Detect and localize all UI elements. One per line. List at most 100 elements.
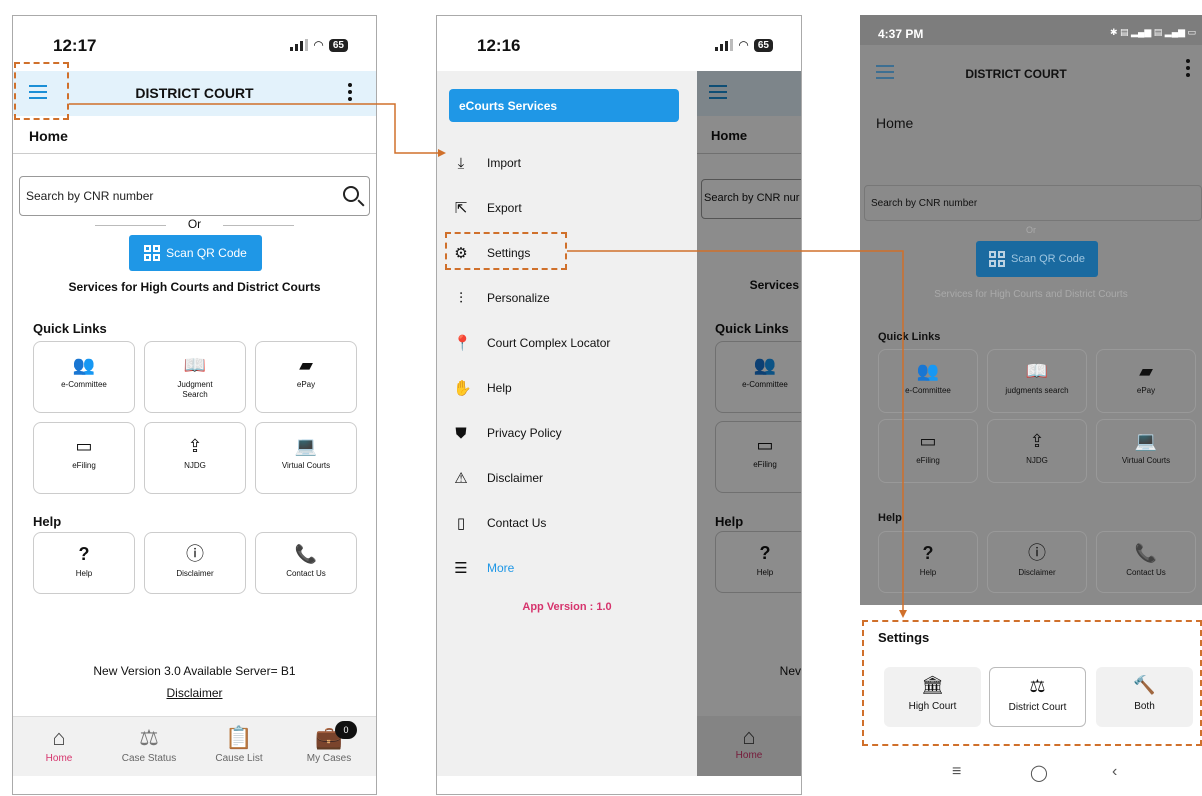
menu-label: Contact Us xyxy=(487,516,547,530)
page-title: Home xyxy=(876,115,914,131)
status-bar: 12:16 ◠ 65 xyxy=(437,16,801,71)
nav-case-status[interactable]: ⚖ Case Status xyxy=(109,725,189,764)
share-icon: ⇱ xyxy=(454,200,468,217)
status-bar: 4:37 PM ✱ ▤ ▂▄▆ ▤ ▂▄▆ ▭ xyxy=(860,15,1202,45)
services-heading: Services for High Courts and District Co… xyxy=(68,280,321,294)
warning-icon: ⚠ xyxy=(454,470,468,487)
page-title: Home xyxy=(13,116,376,154)
quick-link-efiling[interactable]: ▭ eFiling xyxy=(33,422,135,494)
nav-cause-list[interactable]: 📋 Cause List xyxy=(199,725,279,764)
phone-icon: 📞 xyxy=(1134,543,1158,563)
menu-label: Disclaimer xyxy=(487,471,544,485)
recents-icon[interactable]: ≡ xyxy=(952,763,961,781)
battery-icon: 65 xyxy=(753,38,773,52)
overflow-menu-icon[interactable] xyxy=(348,83,354,104)
nav-my-cases[interactable]: 💼 My Cases 0 xyxy=(289,721,369,764)
or-divider: Or xyxy=(1026,225,1036,235)
dimmed-home-screen[interactable]: DISTRICT COURT Home Search by CNR number… xyxy=(860,45,1202,605)
quick-link-njdg[interactable]: ⇪ NJDG xyxy=(144,422,246,494)
quick-link-virtual-courts[interactable]: 💻 Virtual Courts xyxy=(255,422,357,494)
annotation-hamburger-box xyxy=(14,62,69,120)
help-heading: Help xyxy=(878,512,902,524)
drawer-scrim[interactable] xyxy=(697,71,801,776)
scan-qr-button: Scan QR Code xyxy=(976,241,1098,277)
tile-label: eFiling xyxy=(916,456,940,465)
nav-home[interactable]: ⌂ Home xyxy=(19,725,99,764)
back-icon[interactable]: ‹ xyxy=(1112,763,1117,781)
sliders-icon: ⫶ xyxy=(459,289,463,307)
services-heading: Services for High Courts and District Co… xyxy=(934,289,1128,300)
menu-item-more[interactable]: ☰ More xyxy=(453,556,514,580)
quick-link-e-committee: 👥 e-Committee xyxy=(878,349,978,413)
cases-count-badge: 0 xyxy=(335,721,357,739)
scales-icon: ⚖ xyxy=(139,725,159,750)
scan-qr-button[interactable]: Scan QR Code xyxy=(129,235,262,271)
help-link-help[interactable]: ? Help xyxy=(33,532,135,594)
search-input[interactable]: Search by CNR number xyxy=(19,176,370,216)
menu-item-disclaimer[interactable]: ⚠ Disclaimer xyxy=(453,466,543,490)
nav-label: Cause List xyxy=(215,753,263,764)
wallet-icon: ▰ xyxy=(1139,361,1153,381)
signal-icon xyxy=(715,39,734,51)
disclaimer-link[interactable]: Disclaimer xyxy=(13,686,376,700)
menu-label: Export xyxy=(487,201,522,215)
menu-item-court-complex-locator[interactable]: 📍 Court Complex Locator xyxy=(453,331,610,355)
phone-screen-home: 12:17 ◠ 65 DISTRICT COURT Home Search by… xyxy=(12,15,377,795)
nav-label: Home xyxy=(45,753,73,764)
android-nav-bar: ≡ ◯ ‹ xyxy=(860,755,1202,795)
wifi-icon: ◠ xyxy=(313,38,324,52)
scan-qr-label: Scan QR Code xyxy=(1011,253,1085,265)
menu-item-contact-us[interactable]: ▯ Contact Us xyxy=(453,511,547,535)
menu-item-personalize[interactable]: ⫶ Personalize xyxy=(453,286,550,310)
menu-item-help[interactable]: ✋ Help xyxy=(453,376,512,400)
help-link-disclaimer[interactable]: ⓘ Disclaimer xyxy=(144,532,246,594)
nav-label: Case Status xyxy=(121,753,177,764)
quick-link-e-committee[interactable]: 👥 e-Committee xyxy=(33,341,135,413)
nav-label: My Cases xyxy=(306,753,352,764)
status-icons: ◠ 65 xyxy=(715,38,773,52)
menu-label: Personalize xyxy=(487,291,550,305)
app-title: DISTRICT COURT xyxy=(965,67,1067,81)
quick-link-judgments-search: 📖 judgments search xyxy=(987,349,1087,413)
app-version: App Version : 1.0 xyxy=(522,601,612,613)
tile-label: Contact Us xyxy=(1126,568,1166,577)
quick-link-judgment-search[interactable]: 📖 Judgment Search xyxy=(144,341,246,413)
home-circle-icon[interactable]: ◯ xyxy=(1030,763,1048,783)
wifi-icon: ◠ xyxy=(738,38,749,52)
version-notice: New Version 3.0 Available Server= B1 xyxy=(93,664,296,678)
status-icons: ◠ 65 xyxy=(290,38,348,52)
menu-item-privacy-policy[interactable]: ⛊ Privacy Policy xyxy=(453,421,561,445)
tile-label: Contact Us xyxy=(286,569,326,578)
search-input: Search by CNR number xyxy=(864,185,1202,221)
app-bar: DISTRICT COURT xyxy=(860,55,1202,91)
status-icons: ✱ ▤ ▂▄▆ ▤ ▂▄▆ ▭ xyxy=(1110,27,1196,37)
annotation-settings-box xyxy=(445,232,567,270)
info-icon: ⓘ xyxy=(1028,543,1046,563)
tile-label: ePay xyxy=(296,380,316,389)
tile-label: e-Committee xyxy=(905,386,951,395)
tile-label: judgments search xyxy=(1005,386,1069,395)
search-icon[interactable] xyxy=(343,186,359,202)
help-heading: Help xyxy=(33,514,62,529)
tile-label: Judgment Search xyxy=(177,380,213,399)
help-link-contact-us[interactable]: 📞 Contact Us xyxy=(255,532,357,594)
annotation-settings-sheet-box xyxy=(862,620,1202,746)
tile-label: e-Committee xyxy=(61,380,107,389)
tile-label: NJDG xyxy=(1026,456,1048,465)
menu-item-import[interactable]: ⤓ Import xyxy=(453,151,521,175)
info-icon: ⓘ xyxy=(186,544,204,564)
status-time: 12:17 xyxy=(53,36,97,55)
menu-item-export[interactable]: ⇱ Export xyxy=(453,196,522,220)
tile-label: Disclaimer xyxy=(1018,568,1056,577)
scan-qr-label: Scan QR Code xyxy=(166,246,247,260)
question-icon: ? xyxy=(922,543,934,563)
quick-link-epay[interactable]: ▰ ePay xyxy=(255,341,357,413)
menu-label: Help xyxy=(487,381,512,395)
clipboard-icon: 📋 xyxy=(225,725,253,750)
people-icon: 👥 xyxy=(72,355,96,375)
shield-icon: ⛊ xyxy=(455,424,467,442)
signal-icon xyxy=(290,39,309,51)
help-link-contact-us: 📞 Contact Us xyxy=(1096,531,1196,593)
tile-label: NJDG xyxy=(184,461,206,470)
briefcase-icon: 💼 xyxy=(315,725,343,750)
